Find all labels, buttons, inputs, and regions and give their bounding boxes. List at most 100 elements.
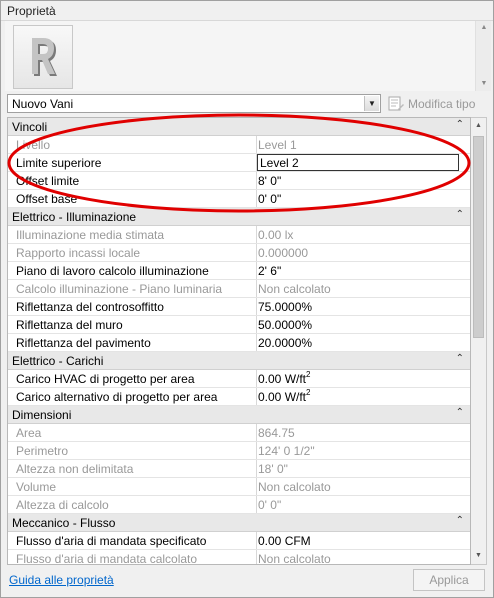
property-label: Flusso d'aria di mandata calcolato [8, 550, 257, 564]
property-label: Illuminazione media stimata [8, 226, 257, 243]
property-value-text: 864.75 [258, 426, 295, 440]
collapse-icon[interactable]: ⌃ [456, 353, 464, 364]
property-row[interactable]: Flusso d'aria di mandata specificato 0.00… [8, 532, 470, 550]
property-row[interactable]: Carico HVAC di progetto per area 0.00 W/f… [8, 370, 470, 388]
edit-type-label: Modifica tipo [408, 97, 476, 111]
property-value-text: Level 2 [260, 156, 299, 170]
property-row[interactable]: Offset limite 8' 0" [8, 172, 470, 190]
property-row[interactable]: Carico alternativo di progetto per area 0… [8, 388, 470, 406]
property-value[interactable]: 0.00 W/ft2 [258, 370, 470, 387]
property-row: Rapporto incassi locale 0.000000 [8, 244, 470, 262]
property-row[interactable]: Riflettanza del pavimento 20.0000% [8, 334, 470, 352]
property-row[interactable]: Limite superiore Level 2 [8, 154, 470, 172]
group-header-label: Dimensioni [12, 408, 72, 422]
preview-scrollbar[interactable]: ▲ ▼ [475, 21, 491, 91]
property-value: 0' 0" [258, 496, 470, 513]
property-value[interactable]: 0.00 CFM [258, 532, 470, 549]
property-row[interactable]: Riflettanza del muro 50.0000% [8, 316, 470, 334]
panel-title: Proprietà [1, 1, 493, 21]
property-label: Riflettanza del muro [8, 316, 257, 333]
scroll-up-icon[interactable]: ▲ [476, 21, 492, 35]
properties-panel: Proprietà ▲ ▼ Nuovo Vani ▼ Modifica tipo… [0, 0, 494, 598]
property-value: 0.000000 [258, 244, 470, 261]
property-row: Volume Non calcolato [8, 478, 470, 496]
help-link[interactable]: Guida alle proprietà [9, 573, 114, 587]
property-row: Perimetro 124' 0 1/2" [8, 442, 470, 460]
property-row: Calcolo illuminazione - Piano luminaria N… [8, 280, 470, 298]
collapse-icon[interactable]: ⌃ [456, 209, 464, 220]
property-value: 0.00 lx [258, 226, 470, 243]
properties-grid: Vincoli ⌃ Livello Level 1 Limite superiore Le… [7, 117, 471, 565]
property-row[interactable]: Riflettanza del controsoffitto 75.0000% [8, 298, 470, 316]
property-label: Altezza di calcolo [8, 496, 257, 513]
property-value-text: 20.0000% [258, 336, 313, 350]
edit-type-icon [388, 96, 404, 111]
property-label: Carico alternativo di progetto per area [8, 388, 257, 405]
group-header-label: Meccanico - Flusso [12, 516, 116, 530]
property-value-text: 75.0000% [258, 300, 313, 314]
property-value[interactable]: 8' 0" [258, 172, 470, 189]
property-value[interactable]: 75.0000% [258, 298, 470, 315]
property-value[interactable]: 20.0000% [258, 334, 470, 351]
group-header[interactable]: Vincoli ⌃ [8, 118, 470, 136]
property-label: Offset limite [8, 172, 257, 189]
panel-footer: Guida alle proprietà Applica [1, 567, 493, 597]
group-header-label: Elettrico - Illuminazione [12, 210, 137, 224]
apply-button[interactable]: Applica [413, 569, 485, 591]
property-value: 18' 0" [258, 460, 470, 477]
property-label: Perimetro [8, 442, 257, 459]
group-header[interactable]: Elettrico - Carichi ⌃ [8, 352, 470, 370]
property-label: Riflettanza del controsoffitto [8, 298, 257, 315]
unit-exponent: 2 [306, 370, 311, 379]
type-selector-dropdown[interactable]: Nuovo Vani ▼ [7, 94, 381, 113]
property-value-text: 0.00 CFM [258, 534, 311, 548]
property-value: 864.75 [258, 424, 470, 441]
property-row[interactable]: Piano di lavoro calcolo illuminazione 2' … [8, 262, 470, 280]
group-header[interactable]: Elettrico - Illuminazione ⌃ [8, 208, 470, 226]
property-label: Flusso d'aria di mandata specificato [8, 532, 257, 549]
property-label: Riflettanza del pavimento [8, 334, 257, 351]
property-value[interactable]: 2' 6" [258, 262, 470, 279]
collapse-icon[interactable]: ⌃ [456, 515, 464, 526]
type-preview: ▲ ▼ [5, 21, 491, 91]
property-value[interactable]: 50.0000% [258, 316, 470, 333]
type-selector-value: Nuovo Vani [12, 97, 74, 111]
property-value-text: 18' 0" [258, 462, 288, 476]
property-value-text: 0.00 W/ft [258, 372, 307, 386]
property-value-text: 0.00 W/ft [258, 390, 307, 404]
property-value-text: Level 1 [258, 138, 297, 152]
property-value[interactable]: 0' 0" [258, 190, 470, 207]
property-label: Rapporto incassi locale [8, 244, 257, 261]
unit-exponent: 2 [306, 388, 311, 397]
scrollbar-thumb[interactable] [473, 136, 484, 338]
collapse-icon[interactable]: ⌃ [456, 119, 464, 130]
property-value-text: 0.00 lx [258, 228, 294, 242]
property-value-text: Non calcolato [258, 282, 331, 296]
group-header-label: Elettrico - Carichi [12, 354, 104, 368]
property-value-input[interactable]: Level 2 [257, 154, 459, 171]
property-row: Area 864.75 [8, 424, 470, 442]
property-value-text: 50.0000% [258, 318, 313, 332]
group-header-label: Vincoli [12, 120, 48, 134]
edit-type-button[interactable]: Modifica tipo [387, 95, 487, 113]
property-label: Limite superiore [8, 154, 257, 171]
property-value: 124' 0 1/2" [258, 442, 470, 459]
group-header[interactable]: Dimensioni ⌃ [8, 406, 470, 424]
property-row: Flusso d'aria di mandata calcolato Non ca… [8, 550, 470, 564]
scroll-up-icon[interactable]: ▲ [471, 118, 486, 134]
property-row: Livello Level 1 [8, 136, 470, 154]
property-value[interactable]: 0.00 W/ft2 [258, 388, 470, 405]
property-value: Non calcolato [258, 280, 470, 297]
property-label: Carico HVAC di progetto per area [8, 370, 257, 387]
type-selector-row: Nuovo Vani ▼ Modifica tipo [1, 93, 493, 117]
property-value-text: 0' 0" [258, 192, 282, 206]
group-header[interactable]: Meccanico - Flusso ⌃ [8, 514, 470, 532]
scroll-down-icon[interactable]: ▼ [476, 77, 492, 91]
collapse-icon[interactable]: ⌃ [456, 407, 464, 418]
scroll-down-icon[interactable]: ▼ [471, 548, 486, 564]
grid-scrollbar[interactable]: ▲ ▼ [471, 117, 487, 565]
chevron-down-icon[interactable]: ▼ [364, 96, 379, 111]
property-row: Illuminazione media stimata 0.00 lx [8, 226, 470, 244]
property-value-text: 124' 0 1/2" [258, 444, 315, 458]
property-row[interactable]: Offset base 0' 0" [8, 190, 470, 208]
